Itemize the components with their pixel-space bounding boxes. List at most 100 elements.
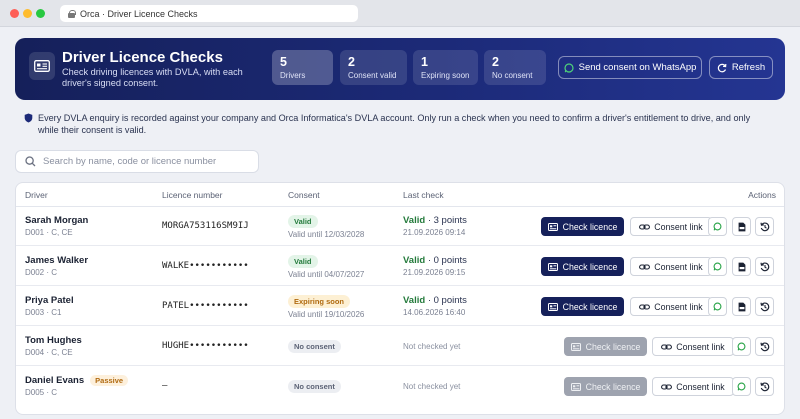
minimize-window-dot[interactable]	[23, 9, 32, 18]
maximize-window-dot[interactable]	[36, 9, 45, 18]
history-button[interactable]	[755, 337, 774, 356]
driver-code: D001 · C, CE	[25, 228, 73, 237]
tab-title: Orca · Driver Licence Checks	[80, 8, 198, 19]
search-input[interactable]	[43, 156, 243, 167]
whatsapp-button[interactable]	[708, 217, 727, 236]
column-actions: Actions	[748, 190, 776, 200]
consent-link-button[interactable]: Consent link	[652, 337, 734, 356]
consent-link-label: Consent link	[676, 381, 725, 392]
table-row: Sarah Morgan D001 · C, CE MORGA753116SM9…	[16, 207, 784, 246]
driver-name: James Walker	[25, 255, 89, 266]
whatsapp-button[interactable]	[708, 297, 727, 316]
page-subtitle: Check driving licences with DVLA, with e…	[62, 67, 243, 88]
stat-no-consent[interactable]: 2 No consent	[484, 50, 546, 85]
stat-expiring-soon[interactable]: 1 Expiring soon	[413, 50, 478, 85]
history-button[interactable]	[755, 377, 774, 396]
whatsapp-icon	[713, 302, 722, 311]
stat-consent-valid-label: Consent valid	[348, 71, 397, 80]
stat-expiring-soon-label: Expiring soon	[421, 71, 470, 80]
check-licence-label: Check licence	[585, 341, 641, 352]
whatsapp-button[interactable]	[732, 377, 751, 396]
licence-number: HUGHE•••••••••••	[162, 341, 249, 351]
pdf-file-icon	[738, 302, 745, 311]
consent-link-label: Consent link	[676, 341, 725, 352]
search-box[interactable]	[15, 150, 259, 173]
consent-badge: Valid	[288, 255, 318, 268]
driver-name-text: Daniel Evans	[25, 375, 85, 386]
consent-badge: Valid	[288, 215, 318, 228]
history-icon	[759, 342, 769, 351]
consent-link-button[interactable]: Consent link	[630, 297, 712, 316]
whatsapp-icon	[737, 342, 746, 351]
id-card-icon	[570, 342, 581, 351]
check-licence-label: Check licence	[562, 301, 618, 312]
whatsapp-button[interactable]	[708, 257, 727, 276]
consent-valid-until: Valid until 04/07/2027	[288, 270, 365, 279]
shield-icon	[24, 113, 33, 123]
table-row: Tom Hughes D004 · C, CE HUGHE•••••••••••…	[16, 327, 784, 366]
whatsapp-icon	[713, 222, 722, 231]
passive-badge: Passive	[90, 375, 129, 386]
column-licence-number[interactable]: Licence number	[162, 190, 222, 200]
check-licence-label: Check licence	[562, 221, 618, 232]
last-check-none: Not checked yet	[403, 342, 461, 351]
column-consent[interactable]: Consent	[288, 190, 320, 200]
pdf-button[interactable]	[732, 297, 751, 316]
table-row: James Walker D002 · C WALKE••••••••••• V…	[16, 247, 784, 286]
consent-link-button[interactable]: Consent link	[652, 377, 734, 396]
stat-drivers[interactable]: 5 Drivers	[272, 50, 333, 85]
whatsapp-button[interactable]	[732, 337, 751, 356]
table-row: Priya Patel D003 · C1 PATEL••••••••••• E…	[16, 287, 784, 326]
link-icon	[639, 263, 651, 270]
consent-badge: No consent	[288, 340, 341, 353]
pdf-button[interactable]	[732, 217, 751, 236]
dvla-notice: Every DVLA enquiry is recorded against y…	[38, 113, 751, 135]
stat-no-consent-label: No consent	[492, 71, 533, 80]
last-check-points: · 3 points	[425, 215, 467, 226]
lock-icon	[68, 9, 76, 18]
consent-link-button[interactable]: Consent link	[630, 257, 712, 276]
history-button[interactable]	[755, 217, 774, 236]
licence-number: MORGA753116SM9IJ	[162, 221, 249, 231]
driver-code: D003 · C1	[25, 308, 62, 317]
check-licence-label: Check licence	[562, 261, 618, 272]
address-bar[interactable]: Orca · Driver Licence Checks	[60, 5, 358, 22]
stat-no-consent-value: 2	[492, 55, 499, 69]
licence-number: —	[162, 381, 168, 391]
id-card-icon	[547, 262, 558, 271]
whatsapp-icon	[713, 262, 722, 271]
page-title: Driver Licence Checks	[62, 49, 223, 66]
check-licence-button[interactable]: Check licence	[564, 377, 647, 396]
last-check-result: Valid · 0 points	[403, 255, 467, 266]
check-licence-button[interactable]: Check licence	[564, 337, 647, 356]
check-licence-button[interactable]: Check licence	[541, 297, 624, 316]
whatsapp-icon	[737, 382, 746, 391]
column-last-check[interactable]: Last check	[403, 190, 444, 200]
stat-consent-valid[interactable]: 2 Consent valid	[340, 50, 407, 85]
page: Driver Licence Checks Check driving lice…	[0, 27, 800, 419]
consent-link-button[interactable]: Consent link	[630, 217, 712, 236]
check-licence-button[interactable]: Check licence	[541, 257, 624, 276]
refresh-button[interactable]: Refresh	[709, 56, 773, 79]
table-row: Daniel Evans Passive D005 · C — No consen…	[16, 367, 784, 406]
history-icon	[759, 302, 769, 311]
pdf-button[interactable]	[732, 257, 751, 276]
consent-badge: No consent	[288, 380, 341, 393]
last-check-result: Valid · 0 points	[403, 295, 467, 306]
pdf-file-icon	[738, 262, 745, 271]
close-window-dot[interactable]	[10, 9, 19, 18]
table-header: Driver Licence number Consent Last check…	[16, 183, 784, 207]
last-check-result: Valid · 3 points	[403, 215, 467, 226]
search-icon	[25, 156, 36, 167]
check-licence-button[interactable]: Check licence	[541, 217, 624, 236]
history-button[interactable]	[755, 257, 774, 276]
column-driver[interactable]: Driver	[25, 190, 48, 200]
history-icon	[759, 222, 769, 231]
last-check-date: 21.09.2026 09:15	[403, 268, 466, 277]
licence-number: WALKE•••••••••••	[162, 261, 249, 271]
last-check-points: · 0 points	[425, 255, 467, 266]
check-licence-label: Check licence	[585, 381, 641, 392]
stat-drivers-label: Drivers	[280, 71, 306, 80]
send-whatsapp-consent-button[interactable]: Send consent on WhatsApp	[558, 56, 702, 79]
history-button[interactable]	[755, 297, 774, 316]
